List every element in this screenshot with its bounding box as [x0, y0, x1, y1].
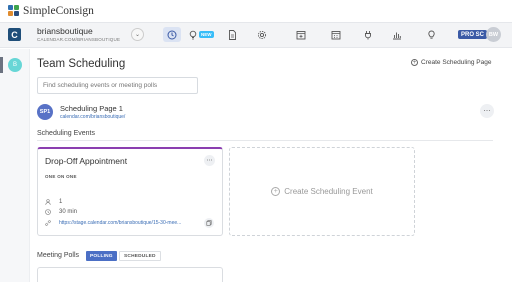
account-switcher[interactable]: briansboutique CALENDAR.COM/BRIANSBOUTIQ…: [37, 26, 120, 42]
account-name: briansboutique: [37, 26, 93, 36]
scheduling-events-heading: Scheduling Events: [37, 130, 95, 137]
event-duration-row: 30 min: [45, 209, 77, 215]
event-card[interactable]: Drop-Off Appointment ⋯ ONE ON ONE 1 30 m…: [37, 147, 223, 236]
plus-circle-icon: +: [411, 59, 418, 66]
event-more-icon[interactable]: ⋯: [204, 155, 215, 166]
calendar-add-icon[interactable]: [292, 27, 310, 42]
account-url: CALENDAR.COM/BRIANSBOUTIQUE: [37, 37, 121, 42]
scheduling-page-url[interactable]: calendar.com/briansboutique/: [60, 114, 125, 120]
tab-polling[interactable]: POLLING: [86, 251, 117, 261]
idea-icon[interactable]: [422, 27, 440, 42]
section-divider: [37, 140, 493, 141]
create-scheduling-page-button[interactable]: + Create Scheduling Page: [411, 59, 491, 66]
clock-icon[interactable]: [163, 27, 181, 42]
create-scheduling-event-label: Create Scheduling Event: [284, 187, 373, 196]
link-icon: [45, 220, 51, 226]
copy-link-icon[interactable]: [204, 218, 214, 228]
left-rail: B: [0, 49, 30, 282]
meeting-polls-heading: Meeting Polls: [37, 252, 80, 259]
page-title: Team Scheduling: [37, 58, 126, 70]
event-link-row: https://stage.calendar.com/briansboutiqu…: [45, 220, 181, 226]
rail-active-indicator: [0, 57, 3, 73]
event-link[interactable]: https://stage.calendar.com/briansboutiqu…: [59, 220, 181, 226]
gear-icon[interactable]: [253, 27, 271, 42]
brand-bar: SimpleConsign: [0, 0, 512, 22]
event-attendees: 1: [59, 199, 63, 205]
scheduling-page-title[interactable]: Scheduling Page 1: [60, 104, 123, 113]
event-title[interactable]: Drop-Off Appointment: [45, 156, 127, 166]
rail-team-avatar[interactable]: B: [8, 58, 22, 72]
create-scheduling-page-label: Create Scheduling Page: [421, 59, 492, 66]
event-attendees-row: 1: [45, 199, 62, 205]
person-icon: [45, 199, 51, 205]
plan-badge[interactable]: PRO SC: [458, 30, 488, 39]
lightbulb-icon[interactable]: [188, 27, 198, 42]
app-header: C briansboutique CALENDAR.COM/BRIANSBOUT…: [0, 22, 512, 48]
plug-icon[interactable]: [359, 27, 377, 42]
clock-icon: [45, 209, 51, 215]
plus-circle-icon: +: [271, 187, 281, 196]
search-input[interactable]: [37, 77, 198, 94]
brand-name: SimpleConsign: [23, 5, 94, 17]
app-logo-icon[interactable]: C: [8, 28, 21, 41]
avatar[interactable]: BW: [486, 27, 501, 42]
event-type: ONE ON ONE: [45, 174, 77, 179]
simpleconsign-logo-icon: [8, 5, 20, 17]
bar-chart-icon[interactable]: [388, 27, 406, 42]
create-scheduling-event-button[interactable]: + Create Scheduling Event: [229, 147, 415, 236]
event-duration: 30 min: [59, 209, 78, 215]
calendar-icon[interactable]: [327, 27, 345, 42]
tab-scheduled[interactable]: SCHEDULED: [119, 251, 161, 261]
scheduling-page-badge: SP1: [37, 104, 53, 120]
new-badge: NEW: [199, 31, 214, 38]
chevron-down-icon[interactable]: ⌄: [131, 28, 144, 41]
document-icon[interactable]: [223, 27, 241, 42]
poll-card[interactable]: [37, 267, 223, 282]
more-options-icon[interactable]: ⋯: [480, 104, 494, 118]
